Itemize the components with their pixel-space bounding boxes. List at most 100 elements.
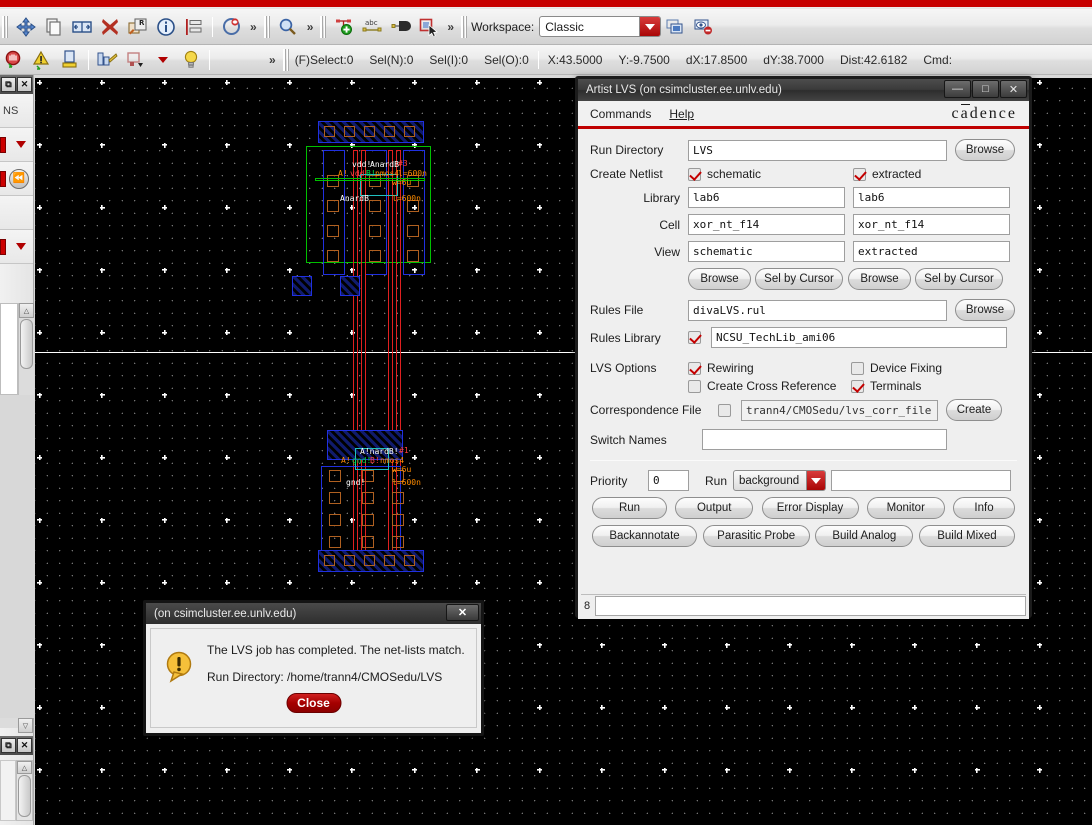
menu-help[interactable]: Help [669,107,694,121]
extracted-checkbox[interactable] [853,167,866,181]
dock-bottom-list[interactable] [0,760,16,821]
correspondence-create-button[interactable]: Create [946,399,1002,421]
schematic-checkbox[interactable] [688,167,701,181]
run-directory-input[interactable]: LVS [688,139,947,161]
warning-tool-icon[interactable] [29,47,55,73]
schematic-checkbox-group[interactable]: schematic [688,167,853,181]
move-icon[interactable] [13,14,39,40]
msg-close-action-button[interactable]: Close [286,693,341,713]
save-workspace-icon[interactable] [662,14,688,40]
scroll-up-arrow-2[interactable]: △ [17,761,32,774]
run-mode-select[interactable]: background [733,470,827,491]
rewind-icon[interactable]: ⏪ [9,168,29,189]
parasitic-probe-button[interactable]: Parasitic Probe [702,525,810,547]
run-host-input[interactable] [831,470,1012,491]
dock-row-palette-2[interactable] [0,230,33,264]
stretch-icon[interactable] [69,14,95,40]
run-button[interactable]: Run [592,497,667,519]
overflow-chevron-1[interactable]: » [245,20,262,34]
rewiring-checkbox[interactable] [688,361,701,375]
dock-close-icon-2[interactable]: ✕ [17,738,32,753]
lvs-titlebar[interactable]: Artist LVS (on csimcluster.ee.unlv.edu) … [578,79,1029,101]
dock-row-ns[interactable]: NS [0,94,33,128]
scroll-thumb-2[interactable] [18,775,31,817]
build-mixed-button[interactable]: Build Mixed [918,525,1015,547]
create-instance-icon[interactable] [331,14,357,40]
status-overflow-chevron[interactable]: » [264,53,281,67]
device-fixing-checkbox[interactable] [851,361,864,375]
build-analog-button[interactable]: Build Analog [815,525,914,547]
rules-file-input[interactable]: divaLVS.rul [688,299,947,321]
lightbulb-icon[interactable] [178,47,204,73]
chevron-down-icon[interactable] [806,471,826,490]
browse-extracted-button[interactable]: Browse [848,268,911,290]
close-button[interactable]: ✕ [1000,80,1027,98]
properties-icon[interactable] [153,14,179,40]
undo-icon[interactable] [218,14,244,40]
menu-commands[interactable]: Commands [590,107,651,121]
error-display-button[interactable]: Error Display [761,497,859,519]
chevron-down-icon[interactable] [639,17,661,36]
lvs-result-dialog[interactable]: (on csimcluster.ee.unlv.edu) ✕ The LVS j… [143,600,484,736]
cell-extracted-input[interactable]: xor_nt_f14 [853,214,1010,235]
terminals-checkbox[interactable] [851,379,864,393]
toolbar-grip-create[interactable] [320,15,328,38]
scroll-up-arrow[interactable]: △ [19,303,34,318]
extracted-checkbox-group[interactable]: extracted [853,167,921,181]
dock-close-icon[interactable]: ✕ [17,77,32,92]
dock-bottom-scrollbar[interactable]: △ [16,760,33,821]
scroll-down-arrow[interactable]: ▽ [18,718,33,733]
artist-lvs-dialog[interactable]: Artist LVS (on csimcluster.ee.unlv.edu) … [575,76,1032,619]
chevron-down-icon[interactable] [16,141,26,148]
info-button[interactable]: Info [953,497,1015,519]
terminals-group[interactable]: Terminals [851,379,921,393]
view-schematic-input[interactable]: schematic [688,241,845,262]
create-cross-reference-group[interactable]: Create Cross Reference [688,379,851,393]
chevron-down-icon-2[interactable] [16,243,26,250]
rules-library-checkbox[interactable] [688,331,701,344]
dock-row-rewind[interactable]: ⏪ [0,162,33,196]
stop-icon[interactable] [1,47,27,73]
dock-list-area[interactable] [0,303,18,395]
lvs-status-field[interactable] [595,595,1026,616]
dock-float-icon-2[interactable]: ⧉ [1,738,16,753]
switch-names-input[interactable] [702,429,947,450]
workspace-select[interactable]: Classic [539,16,662,37]
maximize-button[interactable]: □ [972,80,999,98]
correspondence-file-input[interactable]: trann4/CMOSedu/lvs_corr_file [741,399,938,421]
overflow-chevron-3[interactable]: » [442,20,459,34]
browse-schematic-button[interactable]: Browse [688,268,751,290]
toolbar-grip-workspace[interactable] [461,15,469,38]
dock-float-icon[interactable]: ⧉ [1,77,16,92]
delete-workspace-icon[interactable] [690,14,716,40]
priority-input[interactable]: 0 [648,470,689,491]
ruler-icon[interactable] [57,47,83,73]
library-schematic-input[interactable]: lab6 [688,187,845,208]
dock-row-palette-1[interactable] [0,128,33,162]
output-button[interactable]: Output [675,497,754,519]
rules-library-input[interactable]: NCSU_TechLib_ami06 [711,327,1007,348]
overflow-chevron-2[interactable]: » [302,20,319,34]
backannotate-button[interactable]: Backannotate [592,525,697,547]
status-grip[interactable] [282,48,290,71]
create-label-icon[interactable]: abc [359,14,385,40]
correspondence-file-checkbox[interactable] [718,403,731,417]
create-cross-reference-checkbox[interactable] [688,379,701,393]
cell-schematic-input[interactable]: xor_nt_f14 [688,214,845,235]
palette-color-swatch-3[interactable] [0,238,6,255]
rules-file-browse-button[interactable]: Browse [955,299,1015,321]
dock-scrollbar[interactable]: △ [18,303,34,395]
select-mode-icon[interactable] [122,47,148,73]
view-extracted-input[interactable]: extracted [853,241,1010,262]
create-pin-icon[interactable] [387,14,413,40]
msg-close-button[interactable]: ✕ [446,604,479,621]
palette-color-swatch[interactable] [0,136,6,153]
monitor-button[interactable]: Monitor [866,497,945,519]
toolbar-grip-zoom[interactable] [263,15,271,38]
palette-color-swatch-2[interactable] [0,170,6,187]
zoom-icon[interactable] [275,14,301,40]
run-directory-browse-button[interactable]: Browse [955,139,1015,161]
sel-by-cursor-extracted-button[interactable]: Sel by Cursor [915,268,1003,290]
msg-titlebar[interactable]: (on csimcluster.ee.unlv.edu) ✕ [146,603,481,624]
rename-icon[interactable]: R [125,14,151,40]
